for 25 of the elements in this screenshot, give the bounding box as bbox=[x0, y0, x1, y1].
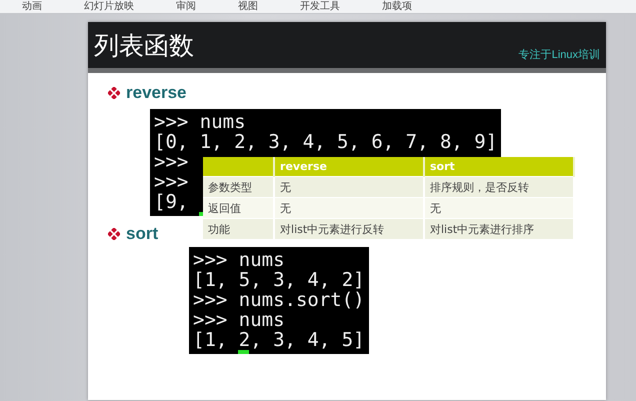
table-cell: 返回值 bbox=[203, 198, 274, 218]
ribbon-tab[interactable]: 加载项 bbox=[382, 0, 412, 12]
slide-title: 列表函数 bbox=[94, 30, 194, 62]
table-cell: 排序规则，是否反转 bbox=[424, 176, 574, 198]
section-heading: sort bbox=[126, 224, 158, 244]
table-header: reverse bbox=[274, 157, 424, 176]
table-cell: 对list中元素进行反转 bbox=[274, 218, 424, 239]
terminal-output: >>> nums [1, 5, 3, 4, 2] >>> nums.sort() >>> nums [1, 2, 3, 4, 5] bbox=[189, 247, 369, 354]
ribbon-tab[interactable]: 审阅 bbox=[176, 0, 196, 12]
table-cell: 无 bbox=[274, 198, 424, 218]
ribbon-tab[interactable]: 开发工具 bbox=[300, 0, 340, 12]
ribbon-tab[interactable]: 视图 bbox=[238, 0, 258, 12]
section-heading: reverse bbox=[126, 83, 187, 103]
ribbon-tab[interactable]: 幻灯片放映 bbox=[84, 0, 134, 12]
slide-tagline: 专注于Linux培训 bbox=[518, 48, 600, 62]
diamond-bullet-icon bbox=[108, 87, 120, 99]
table-cell: 参数类型 bbox=[203, 176, 274, 198]
table-cell: 无 bbox=[424, 198, 574, 218]
table-header bbox=[203, 157, 274, 176]
table-header: sort bbox=[424, 157, 574, 176]
diamond-bullet-icon bbox=[108, 228, 120, 240]
table-cell: 无 bbox=[274, 176, 424, 198]
ribbon-tab[interactable]: 动画 bbox=[22, 0, 42, 12]
table-cell: 功能 bbox=[203, 218, 274, 239]
table-cell: 对list中元素进行排序 bbox=[424, 218, 574, 239]
